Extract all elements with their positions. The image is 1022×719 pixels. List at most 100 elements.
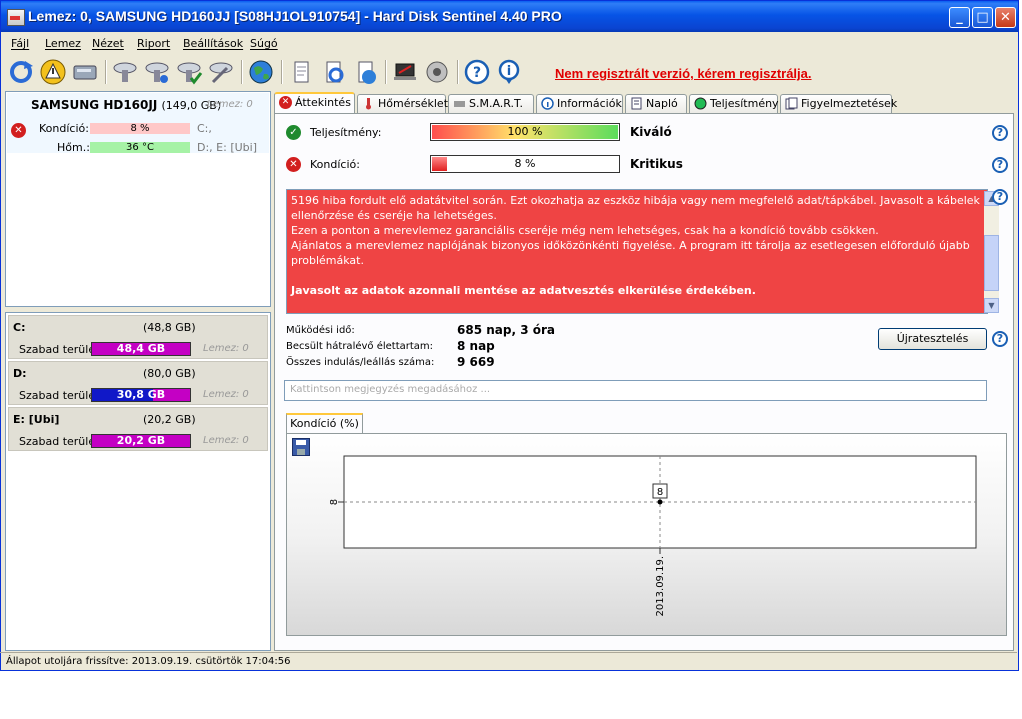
ok-icon: ✓ (286, 125, 301, 140)
disk-temp-drives: D:, E: [Ubi] (197, 141, 257, 154)
menu-disk[interactable]: Lemez (45, 37, 81, 50)
menu-settings[interactable]: Beállítások (183, 37, 243, 50)
info-icon[interactable]: i (495, 58, 523, 86)
warning-message: 5196 hiba fordult elő adatátvitel során.… (286, 189, 999, 314)
menu-view[interactable]: Nézet (92, 37, 124, 50)
toolbar-separator (457, 60, 459, 84)
volume-disk-tag: Lemez: 0 (203, 435, 249, 446)
status-text: Állapot utoljára frissítve: 2013.09.19. … (6, 656, 291, 667)
toolbar-separator (105, 60, 107, 84)
alert-icon[interactable] (39, 58, 67, 86)
help-icon[interactable]: ? (992, 189, 1008, 205)
free-space-bar: 48,4 GB (91, 342, 191, 356)
data-label: 8 (657, 487, 663, 498)
retest-button[interactable]: Újratesztelés (878, 328, 987, 350)
globe-icon[interactable] (247, 58, 275, 86)
performance-label: Teljesítmény: (310, 126, 382, 139)
tab-temperature[interactable]: Hőmérséklet (357, 94, 448, 113)
tab-condition-graph[interactable]: Kondíció (%) (286, 413, 363, 433)
minimize-button[interactable]: _ (949, 7, 970, 28)
thermometer-icon (366, 98, 371, 110)
x-tick-label: 2013.09.19. (655, 556, 666, 616)
svg-text:i: i (507, 64, 511, 79)
log-icon (631, 97, 642, 110)
drive-icon[interactable] (71, 58, 99, 86)
condition-label: Kondíció: (310, 158, 360, 171)
help-icon[interactable]: ? (992, 125, 1008, 141)
disk-ok-icon[interactable] (175, 58, 203, 86)
tab-smart[interactable]: S.M.A.R.T. (448, 94, 534, 113)
condition-chart: 8 8 2013.09.19. (329, 455, 977, 616)
report-icon[interactable] (287, 58, 315, 86)
menu-report[interactable]: Riport (137, 37, 170, 50)
disk-refresh-icon[interactable] (143, 58, 171, 86)
free-space-label: Szabad terület (19, 435, 100, 448)
help-icon[interactable]: ? (463, 58, 491, 86)
app-icon[interactable] (7, 9, 25, 26)
condition-status: Kritikus (630, 157, 683, 171)
message-line: Ezen a ponton a merevlemez garanciális c… (291, 224, 879, 237)
title-bar[interactable]: Lemez: 0, SAMSUNG HD160JJ [S08HJ1OL91075… (1, 1, 1018, 32)
maximize-button[interactable]: □ (972, 7, 993, 28)
toolbar-separator (281, 60, 283, 84)
message-recommendation: Javasolt az adatok azonnali mentése az a… (291, 284, 756, 297)
disk-card[interactable]: SAMSUNG HD160JJ (149,0 GB) Lemez: 0 ✕ Ko… (7, 93, 269, 154)
overview-panel: ✓ Teljesítmény: 100 % Kiváló ? ✕ Kondíci… (274, 113, 1014, 651)
speaker-icon[interactable] (423, 58, 451, 86)
tab-alerts[interactable]: Figyelmeztetések (780, 94, 897, 113)
condition-value: 8 % (514, 157, 536, 170)
disk-condition-bar: 8 % (90, 123, 190, 134)
volume-e[interactable]: E: [Ubi] (20,2 GB) Szabad terület 20,2 G… (8, 407, 268, 451)
volume-size: (80,0 GB) (143, 367, 196, 380)
disk-model: SAMSUNG HD160JJ (31, 98, 158, 112)
scroll-thumb[interactable] (984, 235, 999, 291)
free-space-bar: 30,8 GB (91, 388, 191, 402)
disk-condition-drives: C:, (197, 122, 212, 135)
data-point (657, 499, 663, 505)
note-input[interactable]: Kattintson megjegyzés megadásához ... (284, 380, 987, 401)
tab-label: Napló (646, 97, 678, 110)
info-icon (541, 97, 554, 110)
close-button[interactable]: ✕ (995, 7, 1016, 28)
tab-performance[interactable]: Teljesítmény (689, 94, 779, 113)
message-line: Ajánlatos a merevlemez naplójának bizony… (291, 239, 970, 267)
lifetime-value: 8 nap (457, 339, 495, 353)
tab-log[interactable]: Napló (625, 94, 687, 113)
tab-label: Áttekintés (295, 96, 351, 109)
disk-tool-icon[interactable] (207, 58, 235, 86)
volume-c[interactable]: C: (48,8 GB) Szabad terület 48,4 GB Leme… (8, 315, 268, 359)
starts-label: Összes indulás/leállás száma: (286, 357, 435, 368)
volume-size: (20,2 GB) (143, 413, 196, 426)
help-icon[interactable]: ? (992, 331, 1008, 347)
drive-icon (454, 101, 465, 107)
network-report-icon[interactable] (351, 58, 379, 86)
volume-name: C: (13, 321, 26, 334)
gauge-icon (694, 97, 707, 110)
volume-d[interactable]: D: (80,0 GB) Szabad terület 30,8 GB Leme… (8, 361, 268, 405)
disk-temp-label: Hőm.: (57, 141, 90, 154)
volume-disk-tag: Lemez: 0 (203, 343, 249, 354)
free-space-bar: 20,2 GB (91, 434, 191, 448)
message-scrollbar[interactable]: ▲ ▼ (984, 191, 999, 313)
volume-disk-tag: Lemez: 0 (203, 389, 249, 400)
report-refresh-icon[interactable] (319, 58, 347, 86)
scroll-down-arrow[interactable]: ▼ (984, 298, 999, 313)
alerts-icon (785, 97, 798, 110)
tab-label: Figyelmeztetések (801, 97, 898, 110)
critical-icon: ✕ (279, 96, 292, 109)
tab-overview[interactable]: ✕ Áttekintés (274, 92, 355, 114)
help-icon[interactable]: ? (992, 157, 1008, 173)
condition-bar: 8 % (430, 155, 620, 173)
toolbar: ? i (1, 54, 1018, 90)
tab-information[interactable]: Információk (536, 94, 623, 113)
menu-file[interactable]: Fájl (11, 37, 29, 50)
window-title: Lemez: 0, SAMSUNG HD160JJ [S08HJ1OL91075… (28, 8, 562, 24)
menu-help[interactable]: Súgó (250, 37, 278, 50)
refresh-icon[interactable] (7, 58, 35, 86)
registration-link[interactable]: Nem regisztrált verzió, kérem regisztrál… (555, 66, 812, 81)
volume-panel: C: (48,8 GB) Szabad terület 48,4 GB Leme… (5, 312, 271, 651)
laptop-icon[interactable] (391, 58, 419, 86)
disk-temp-value: 36 °C (126, 142, 154, 153)
toolbar-separator (241, 60, 243, 84)
disk-test-icon[interactable] (111, 58, 139, 86)
